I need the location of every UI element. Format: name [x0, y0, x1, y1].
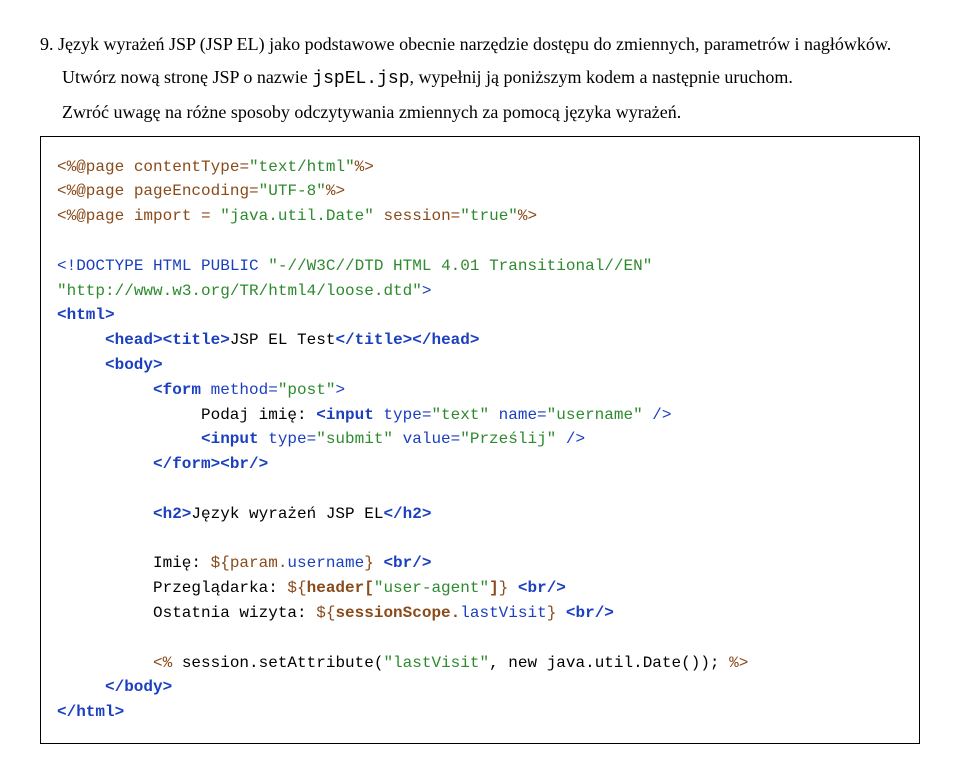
task-text-2a: Utwórz nową stronę JSP o nazwie [62, 67, 312, 87]
task-code-filename: jspEL.jsp [312, 69, 409, 89]
input2-close: /> [556, 430, 585, 448]
task-text-1: Język wyrażeń JSP (JSP EL) jako podstawo… [58, 34, 891, 54]
input2-val-attr: value= [393, 430, 460, 448]
input1-name-val: "username" [547, 406, 643, 424]
ost-open: ${ [316, 604, 335, 622]
form-close: </form><br/> [153, 455, 268, 473]
scriptlet-body: session.setAttribute( [182, 654, 384, 672]
attr-imp: import = [124, 207, 220, 225]
h2-open: <h2> [153, 505, 191, 523]
podaj-label: Podaj imię: [201, 406, 316, 424]
input1-open: <input [316, 406, 374, 424]
form-end: > [335, 381, 345, 399]
val-ct: "text/html" [249, 158, 355, 176]
h2-text: Język wyrażeń JSP EL [191, 505, 383, 523]
html-open: <html> [57, 306, 115, 324]
br2: <br/> [508, 579, 566, 597]
task-line-3: Zwróć uwagę na różne sposoby odczytywani… [62, 100, 920, 125]
dir-close2: %> [326, 182, 345, 200]
input1-type-attr: type= [374, 406, 432, 424]
doctype1: <!DOCTYPE HTML PUBLIC [57, 257, 268, 275]
br3: <br/> [556, 604, 614, 622]
doctype-v2: "http://www.w3.org/TR/html4/loose.dtd" [57, 282, 422, 300]
form-method-val: "post" [278, 381, 336, 399]
input1-close: /> [643, 406, 672, 424]
val-ses: "true" [460, 207, 518, 225]
dir-page: <%@page [57, 158, 124, 176]
code-block: <%@page contentType="text/html"%><%@page… [40, 136, 920, 744]
task-line-2: Utwórz nową stronę JSP o nazwie jspEL.js… [62, 65, 920, 92]
task-number: 9. [40, 34, 54, 54]
input1-name-attr: name= [489, 406, 547, 424]
attr-ct: contentType= [124, 158, 249, 176]
form-method-attr: method= [201, 381, 278, 399]
scriptlet-body2: , new java.util.Date()); [489, 654, 719, 672]
input2-open: <input [201, 430, 259, 448]
ost-label: Ostatnia wizyta: [153, 604, 316, 622]
przeg-open: ${ [287, 579, 306, 597]
imie-expr-open: ${param. [211, 554, 288, 572]
scriptlet-str: "lastVisit" [383, 654, 489, 672]
przeg-header: header[ [307, 579, 374, 597]
head-open: <head><title> [105, 331, 230, 349]
head-close: </title></head> [335, 331, 479, 349]
val-enc: "UTF-8" [259, 182, 326, 200]
input1-type-val: "text" [431, 406, 489, 424]
val-imp: "java.util.Date" [220, 207, 374, 225]
przeg-label: Przeglądarka: [153, 579, 287, 597]
title-text: JSP EL Test [230, 331, 336, 349]
attr-enc: pageEncoding= [124, 182, 258, 200]
task-text-3: Zwróć uwagę na różne sposoby odczytywani… [62, 102, 681, 122]
doctype-v1: "-//W3C//DTD HTML 4.01 Transitional//EN" [268, 257, 652, 275]
body-open: <body> [105, 356, 163, 374]
imie-label: Imię: [153, 554, 211, 572]
przeg-ua: "user-agent" [374, 579, 489, 597]
scriptlet-open: <% [153, 654, 182, 672]
task-text-2b: , wypełnij ją poniższym kodem a następni… [410, 67, 793, 87]
ost-scope: sessionScope. [335, 604, 460, 622]
dir-close1: %> [355, 158, 374, 176]
imie-expr-close: } [364, 554, 374, 572]
attr-ses: session= [374, 207, 460, 225]
task-line-1: 9. Język wyrażeń JSP (JSP EL) jako podst… [40, 32, 920, 57]
dir-page2: <%@page [57, 182, 124, 200]
imie-username: username [287, 554, 364, 572]
scriptlet-close: %> [720, 654, 749, 672]
ost-close: } [547, 604, 557, 622]
html-close: </html> [57, 703, 124, 721]
dir-close3: %> [518, 207, 537, 225]
przeg-header2: ] [489, 579, 499, 597]
input2-type-attr: type= [259, 430, 317, 448]
doctype-close: > [422, 282, 432, 300]
dir-page3: <%@page [57, 207, 124, 225]
input2-val-val: "Prześlij" [460, 430, 556, 448]
br1: <br/> [374, 554, 432, 572]
form-open: <form [153, 381, 201, 399]
przeg-close: } [499, 579, 509, 597]
input2-type-val: "submit" [316, 430, 393, 448]
h2-close: </h2> [383, 505, 431, 523]
ost-lastvisit: lastVisit [460, 604, 546, 622]
body-close: </body> [105, 678, 172, 696]
